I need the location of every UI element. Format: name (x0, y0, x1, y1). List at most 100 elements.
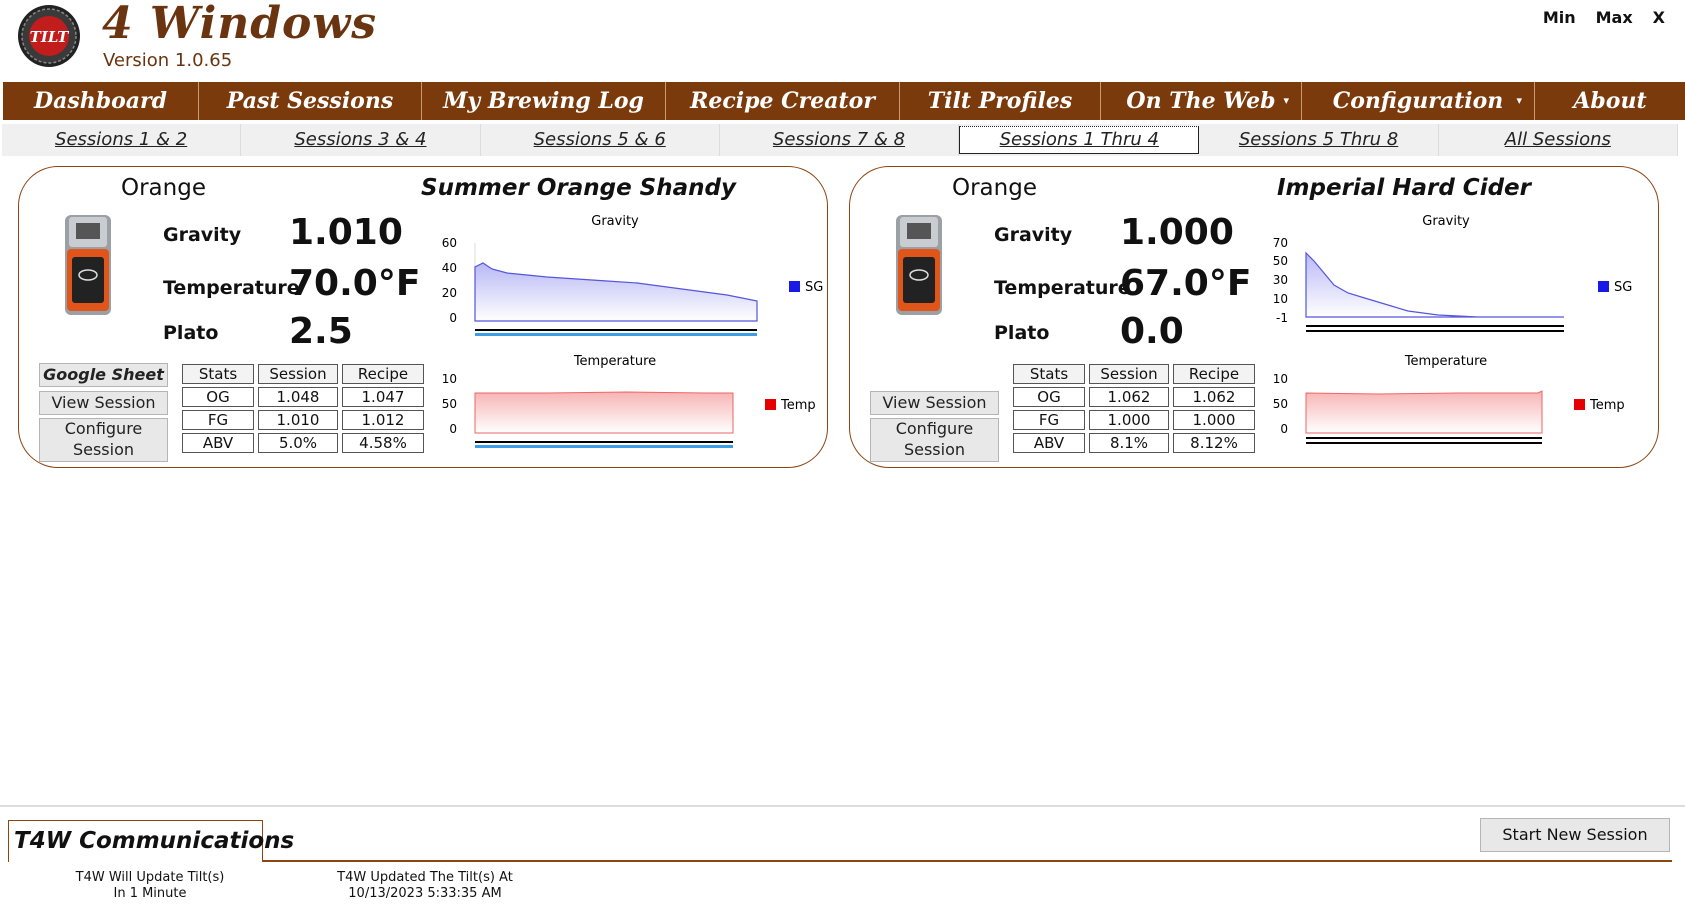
status-line: 10/13/2023 5:33:35 AM (348, 886, 502, 901)
minimize-button[interactable]: Min (1533, 8, 1586, 27)
nav-configuration[interactable]: Configuration ▾ (1302, 82, 1535, 120)
temperature-chart: Temperature 10 50 0 Temp (442, 354, 816, 448)
table-header-row: Stats Session Recipe (1013, 364, 1255, 384)
table-cell: 5.0% (258, 433, 338, 453)
gravity-label: Gravity (163, 224, 242, 246)
scroll-bar-track (1306, 325, 1564, 327)
y-tick: 20 (442, 286, 457, 300)
gravity-value: 1.000 (1120, 212, 1234, 253)
temperature-value: 67.0°F (1120, 263, 1252, 304)
temperature-value: 70.0°F (289, 263, 421, 304)
view-session-button[interactable]: View Session (39, 391, 168, 415)
y-tick: 60 (442, 236, 457, 250)
scroll-bar-track (475, 441, 733, 443)
scroll-bar (475, 333, 757, 336)
legend-swatch (1574, 399, 1585, 410)
temp-series-area (1305, 390, 1543, 434)
table-cell: 8.12% (1173, 433, 1255, 453)
table-row: OG 1.062 1.062 (1013, 387, 1255, 407)
y-tick: 0 (449, 422, 457, 436)
tab-sessions-1-thru-4[interactable]: Sessions 1 Thru 4 (959, 126, 1200, 154)
table-cell: OG (1013, 387, 1085, 407)
tab-sessions-5-6[interactable]: Sessions 5 & 6 (481, 124, 720, 156)
legend-label: SG (805, 280, 823, 295)
plato-label: Plato (163, 322, 219, 344)
chart-title: Temperature (1404, 354, 1487, 369)
table-cell: 1.048 (258, 387, 338, 407)
footer-divider (0, 805, 1685, 807)
tilt-logo: TILT (18, 5, 80, 67)
table-header: Session (1089, 364, 1169, 384)
tilt-hydrometer-icon (896, 215, 942, 315)
table-cell: FG (182, 410, 254, 430)
table-cell: 1.062 (1089, 387, 1169, 407)
close-button[interactable]: X (1643, 8, 1675, 27)
temp-series-area (474, 391, 734, 434)
session-tabs: Sessions 1 & 2 Sessions 3 & 4 Sessions 5… (2, 124, 1678, 156)
google-sheet-button[interactable]: Google Sheet (39, 363, 168, 387)
update-last-status: T4W Updated The Tilt(s) At 10/13/2023 5:… (330, 870, 520, 902)
table-cell: 4.58% (342, 433, 424, 453)
tab-sessions-1-2[interactable]: Sessions 1 & 2 (2, 124, 242, 156)
chevron-down-icon: ▾ (1516, 94, 1522, 107)
tab-sessions-3-4[interactable]: Sessions 3 & 4 (241, 124, 481, 156)
update-next-status: T4W Will Update Tilt(s) In 1 Minute (60, 870, 240, 902)
legend-label: SG (1614, 280, 1632, 295)
table-row: ABV 5.0% 4.58% (182, 433, 424, 453)
y-tick: 10 (1273, 372, 1288, 386)
y-tick: 50 (1273, 397, 1288, 411)
tab-sessions-5-thru-8[interactable]: Sessions 5 Thru 8 (1199, 124, 1439, 156)
table-header: Session (258, 364, 338, 384)
table-cell: 1.012 (342, 410, 424, 430)
table-row: ABV 8.1% 8.12% (1013, 433, 1255, 453)
tilt-color: Orange (952, 175, 1037, 201)
table-cell: ABV (182, 433, 254, 453)
table-cell: OG (182, 387, 254, 407)
y-tick: -1 (1276, 311, 1288, 325)
nav-about[interactable]: About (1535, 82, 1685, 120)
table-header: Recipe (1173, 364, 1255, 384)
scroll-bar-track (475, 329, 757, 331)
stats-table: Stats Session Recipe OG 1.062 1.062 FG 1… (1009, 361, 1259, 456)
logo-text: TILT (30, 28, 71, 46)
tab-sessions-7-8[interactable]: Sessions 7 & 8 (720, 124, 960, 156)
app-title: 4 Windows (102, 0, 378, 49)
plato-label: Plato (994, 322, 1050, 344)
table-row: FG 1.010 1.012 (182, 410, 424, 430)
tilt-hydrometer-icon (65, 215, 111, 315)
nav-my-brewing-log[interactable]: My Brewing Log (422, 82, 666, 120)
nav-past-sessions[interactable]: Past Sessions (199, 82, 422, 120)
scroll-bar-track (1306, 437, 1542, 439)
table-cell: 1.047 (342, 387, 424, 407)
view-session-button[interactable]: View Session (870, 391, 999, 415)
nav-tilt-profiles[interactable]: Tilt Profiles (900, 82, 1101, 120)
tab-all-sessions[interactable]: All Sessions (1439, 124, 1678, 156)
start-new-session-button[interactable]: Start New Session (1480, 818, 1670, 852)
nav-on-the-web[interactable]: On The Web ▾ (1101, 82, 1302, 120)
app-version: Version 1.0.65 (103, 50, 233, 71)
table-row: FG 1.000 1.000 (1013, 410, 1255, 430)
table-header: Stats (1013, 364, 1085, 384)
configure-session-button[interactable]: Configure Session (39, 418, 168, 462)
window-controls: Min Max X (1533, 8, 1675, 27)
y-tick: 10 (442, 372, 457, 386)
nav-recipe-creator[interactable]: Recipe Creator (666, 82, 900, 120)
communications-rule (262, 860, 1672, 862)
gravity-chart: Gravity 60 40 20 0 SG (442, 214, 823, 336)
scroll-bar (475, 445, 733, 448)
scroll-bar (1306, 442, 1542, 444)
beer-name: Imperial Hard Cider (1277, 175, 1531, 201)
maximize-button[interactable]: Max (1586, 8, 1643, 27)
session-panel-1: Orange Summer Orange Shandy Gravity 1.01… (18, 166, 828, 468)
configure-session-button[interactable]: Configure Session (870, 418, 999, 462)
session-panel-2: Orange Imperial Hard Cider Gravity 1.000… (849, 166, 1659, 468)
temperature-label: Temperature (163, 277, 300, 299)
plato-value: 0.0 (1120, 311, 1184, 352)
table-header-row: Stats Session Recipe (182, 364, 424, 384)
table-header: Recipe (342, 364, 424, 384)
y-tick: 40 (442, 261, 457, 275)
nav-dashboard[interactable]: Dashboard (3, 82, 199, 120)
tilt-color: Orange (121, 175, 206, 201)
scroll-bar (1306, 330, 1564, 332)
y-tick: 50 (1273, 254, 1288, 268)
